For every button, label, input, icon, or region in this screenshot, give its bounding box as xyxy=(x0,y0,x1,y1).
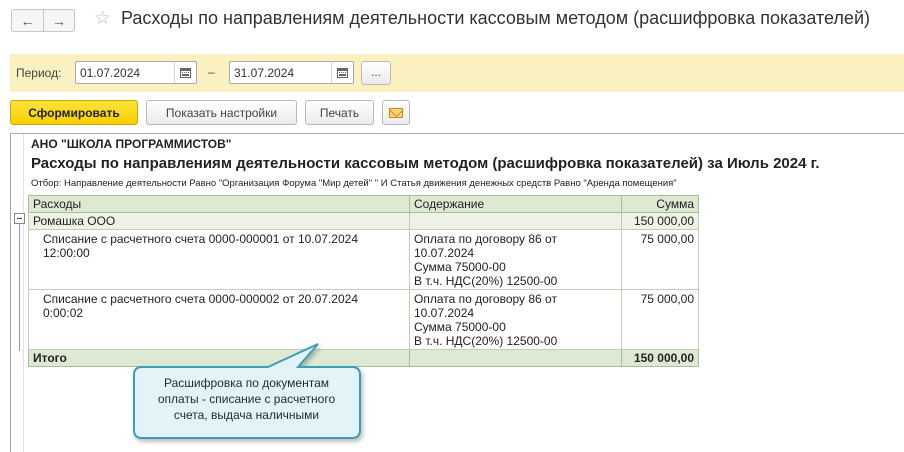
content-cell: Оплата по договору 86 от 10.07.2024 Сумм… xyxy=(409,229,622,290)
document-text: Списание с расчетного счета 0000-000002 … xyxy=(43,292,358,306)
period-label: Период: xyxy=(16,66,62,80)
calendar-icon xyxy=(337,67,348,78)
calendar-from-button[interactable] xyxy=(174,62,196,83)
content-line: В т.ч. НДС(20%) 12500-00 xyxy=(414,334,558,348)
content-line: Оплата по договору 86 от xyxy=(414,232,557,246)
group-bracket-line xyxy=(19,224,20,351)
content-line: 10.07.2024 xyxy=(414,306,475,320)
total-label: Итого xyxy=(28,349,410,367)
title-bar: ← → ☆ Расходы по направлениям деятельнос… xyxy=(0,0,904,40)
period-from-field[interactable]: 01.07.2024 xyxy=(75,61,197,84)
print-button[interactable]: Печать xyxy=(305,100,374,125)
sum-cell: 75 000,00 xyxy=(621,229,699,290)
envelope-icon xyxy=(389,107,403,118)
report-area: АНО "ШКОЛА ПРОГРАММИСТОВ" Расходы по нап… xyxy=(10,133,904,452)
document-cell[interactable]: Списание с расчетного счета 0000-000002 … xyxy=(28,289,410,350)
document-time: 12:00:00 xyxy=(43,246,90,260)
document-text: Списание с расчетного счета 0000-000001 … xyxy=(43,232,358,246)
column-header: Сумма xyxy=(621,195,699,213)
document-time: 0:00:02 xyxy=(43,306,84,320)
report-organization: АНО "ШКОЛА ПРОГРАММИСТОВ" xyxy=(31,137,232,151)
content-line: Сумма 75000-00 xyxy=(414,260,506,274)
sum-cell: 75 000,00 xyxy=(621,289,699,350)
report-table: Расходы Содержание Сумма Ромашка ООО 150… xyxy=(28,195,699,367)
content-line: Сумма 75000-00 xyxy=(414,320,506,334)
forward-button[interactable]: → xyxy=(43,10,74,31)
collapse-group-toggle[interactable] xyxy=(14,213,25,224)
show-settings-button[interactable]: Показать настройки xyxy=(146,100,297,125)
content-line: Оплата по договору 86 от xyxy=(414,292,557,306)
report-title: Расходы по направлениям деятельности кас… xyxy=(31,155,820,172)
column-header: Содержание xyxy=(409,195,622,213)
group-row[interactable]: Ромашка ООО 150 000,00 xyxy=(28,212,699,230)
period-to-field[interactable]: 31.07.2024 xyxy=(229,61,354,84)
column-header: Расходы xyxy=(28,195,410,213)
period-dash: – xyxy=(208,65,215,79)
arrow-right-icon: → xyxy=(52,12,66,29)
favorite-star-icon[interactable]: ☆ xyxy=(94,7,111,30)
report-gutter xyxy=(23,134,24,452)
period-from-value: 01.07.2024 xyxy=(80,66,141,80)
period-panel: Период: 01.07.2024 – 31.07.2024 ... xyxy=(10,54,904,92)
group-sum: 150 000,00 xyxy=(621,212,699,230)
content-cell: Оплата по договору 86 от 10.07.2024 Сумм… xyxy=(409,289,622,350)
back-button[interactable]: ← xyxy=(12,10,43,31)
report-filter: Отбор: Направление деятельности Равно "О… xyxy=(31,178,677,189)
nav-group: ← → xyxy=(11,9,75,32)
arrow-left-icon: ← xyxy=(20,12,35,29)
document-cell[interactable]: Списание с расчетного счета 0000-000001 … xyxy=(28,229,410,290)
generate-button[interactable]: Сформировать xyxy=(10,100,138,125)
group-content-cell xyxy=(409,212,622,230)
total-sum: 150 000,00 xyxy=(621,349,699,367)
window-title: Расходы по направлениям деятельности кас… xyxy=(121,8,870,28)
table-header-row: Расходы Содержание Сумма xyxy=(28,195,699,213)
period-select-button[interactable]: ... xyxy=(361,61,391,85)
send-email-button[interactable] xyxy=(382,100,410,125)
total-row: Итого 150 000,00 xyxy=(28,349,699,367)
table-row[interactable]: Списание с расчетного счета 0000-000002 … xyxy=(28,289,699,350)
group-name: Ромашка ООО xyxy=(28,212,410,230)
content-line: 10.07.2024 xyxy=(414,246,475,260)
total-content-cell xyxy=(409,349,622,367)
calendar-to-button[interactable] xyxy=(331,62,353,83)
table-row[interactable]: Списание с расчетного счета 0000-000001 … xyxy=(28,229,699,290)
period-to-value: 31.07.2024 xyxy=(234,66,295,80)
content-line: В т.ч. НДС(20%) 12500-00 xyxy=(414,274,558,288)
calendar-icon xyxy=(180,67,191,78)
